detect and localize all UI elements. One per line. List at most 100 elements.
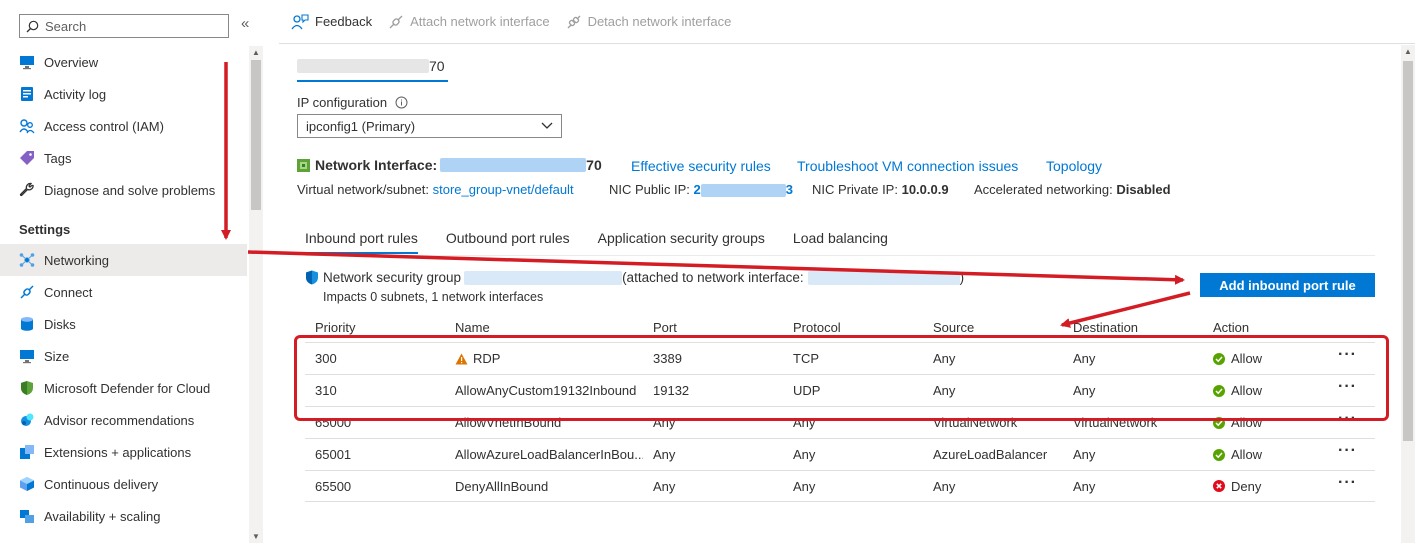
sidebar-item-defender[interactable]: Microsoft Defender for Cloud <box>0 372 247 404</box>
rules-tabs: Inbound port rules Outbound port rules A… <box>305 230 916 254</box>
add-inbound-port-rule-button[interactable]: Add inbound port rule <box>1200 273 1375 297</box>
sidebar-item-label: Extensions + applications <box>44 444 192 460</box>
sidebar-item-tags[interactable]: Tags <box>0 142 247 174</box>
col-source[interactable]: Source <box>923 320 1063 335</box>
col-name[interactable]: Name <box>445 320 643 335</box>
cell-protocol: TCP <box>793 351 819 366</box>
cell-action: Allow <box>1203 447 1313 462</box>
collapse-sidebar-button[interactable]: « <box>241 15 249 32</box>
attach-nic-button[interactable]: Attach network interface <box>388 14 550 30</box>
table-row[interactable]: 300 RDP 3389 TCP Any Any Allow ··· <box>305 342 1375 374</box>
cell-priority: 65500 <box>315 478 352 494</box>
cell-port: 19132 <box>653 383 690 398</box>
cell-name-text: RDP <box>473 351 501 366</box>
search-input[interactable] <box>45 18 215 34</box>
scroll-down-icon[interactable]: ▼ <box>252 532 260 541</box>
nic-line: Network Interface: 70 <box>297 157 602 173</box>
detach-nic-button[interactable]: Detach network interface <box>566 14 731 30</box>
row-more-icon[interactable]: ··· <box>1338 443 1357 459</box>
sidebar-item-activity-log[interactable]: Activity log <box>0 78 247 110</box>
topology-link[interactable]: Topology <box>1046 158 1102 174</box>
sidebar-scrollbar[interactable]: ▲ ▼ <box>249 46 263 543</box>
cell-source: VirtualNetwork <box>933 415 1018 430</box>
sidebar-item-advisor[interactable]: Advisor recommendations <box>0 404 247 436</box>
tab-inbound-port-rules[interactable]: Inbound port rules <box>305 230 418 254</box>
table-row[interactable]: 65500 DenyAllInBound Any Any Any Any Den… <box>305 470 1375 502</box>
cell-name: AllowAnyCustom19132Inbound <box>455 383 637 398</box>
cell-action: Deny <box>1203 479 1313 494</box>
scroll-up-icon[interactable]: ▲ <box>1404 47 1412 56</box>
allow-check-icon <box>1213 448 1225 461</box>
table-row[interactable]: 65000 AllowVnetInBound Any Any VirtualNe… <box>305 406 1375 438</box>
command-bar: Feedback Attach network interface Detach… <box>279 0 1415 44</box>
ip-config-dropdown[interactable]: ipconfig1 (Primary) <box>297 114 562 138</box>
sidebar-item-label: Access control (IAM) <box>44 118 164 134</box>
effective-security-rules-link[interactable]: Effective security rules <box>631 158 771 174</box>
troubleshoot-link[interactable]: Troubleshoot VM connection issues <box>797 158 1018 174</box>
col-destination[interactable]: Destination <box>1063 320 1203 335</box>
redacted-public-ip[interactable] <box>700 184 786 198</box>
redacted-nsg-name[interactable] <box>464 270 623 285</box>
nic-name-suffix[interactable]: 70 <box>586 157 602 173</box>
nsg-shield-icon <box>305 270 319 285</box>
sidebar-item-continuous-delivery[interactable]: Continuous delivery <box>0 468 247 500</box>
sidebar-item-label: Networking <box>44 252 110 268</box>
row-more-icon[interactable]: ··· <box>1338 379 1357 395</box>
deny-x-icon <box>1213 480 1225 492</box>
search-box[interactable] <box>19 14 229 38</box>
table-row[interactable]: 310 AllowAnyCustom19132Inbound 19132 UDP… <box>305 374 1375 406</box>
col-protocol[interactable]: Protocol <box>783 320 923 335</box>
sidebar-item-extensions[interactable]: Extensions + applications <box>0 436 247 468</box>
nic-tab[interactable]: 70 <box>297 53 448 82</box>
nsg-attached-prefix: (attached to network interface: <box>622 270 804 285</box>
sidebar-item-diagnose[interactable]: Diagnose and solve problems <box>0 174 247 206</box>
redacted-attached-nic[interactable] <box>807 270 960 285</box>
vnet-subnet: Virtual network/subnet: store_group-vnet… <box>297 182 574 197</box>
main-scrollbar[interactable]: ▲ <box>1401 45 1415 543</box>
sidebar-item-disks[interactable]: Disks <box>0 308 247 340</box>
row-more-icon[interactable]: ··· <box>1338 411 1357 427</box>
feedback-button[interactable]: Feedback <box>291 13 372 30</box>
table-row[interactable]: 65001 AllowAzureLoadBalancerInBou... Any… <box>305 438 1375 470</box>
row-more-icon[interactable]: ··· <box>1338 475 1357 491</box>
scroll-up-icon[interactable]: ▲ <box>252 48 260 57</box>
col-action[interactable]: Action <box>1203 320 1313 335</box>
nsg-prefix: Network security group <box>323 270 462 285</box>
public-ip-prefix[interactable]: 2 <box>694 182 701 197</box>
cell-destination: Any <box>1073 478 1096 494</box>
sidebar-item-networking[interactable]: Networking <box>0 244 247 276</box>
redacted-nic-link[interactable] <box>440 158 587 172</box>
info-icon[interactable] <box>395 96 408 109</box>
sidebar-item-access-control[interactable]: Access control (IAM) <box>0 110 247 142</box>
main-scroll-thumb[interactable] <box>1403 61 1413 441</box>
tab-load-balancing[interactable]: Load balancing <box>793 230 888 254</box>
sidebar-item-overview[interactable]: Overview <box>0 46 247 78</box>
tab-outbound-port-rules[interactable]: Outbound port rules <box>446 230 570 254</box>
availability-icon <box>18 507 36 525</box>
col-port[interactable]: Port <box>643 320 783 335</box>
tag-icon <box>18 149 36 167</box>
attach-label: Attach network interface <box>410 14 550 29</box>
nic-tab-underline <box>297 80 448 82</box>
networking-icon <box>18 251 36 269</box>
cell-action-text: Allow <box>1231 351 1263 366</box>
cell-priority: 310 <box>315 383 337 398</box>
public-ip-suffix[interactable]: 3 <box>786 182 793 197</box>
tab-application-security-groups[interactable]: Application security groups <box>598 230 765 254</box>
attach-icon <box>388 14 404 30</box>
col-priority[interactable]: Priority <box>305 320 445 335</box>
row-more-icon[interactable]: ··· <box>1338 347 1357 363</box>
cell-name: RDP <box>445 351 643 366</box>
sidebar-item-label: Activity log <box>44 86 107 102</box>
chevron-down-icon <box>541 122 553 129</box>
sidebar-item-label: Tags <box>44 150 72 166</box>
cube-icon <box>18 475 36 493</box>
sidebar-item-connect[interactable]: Connect <box>0 276 247 308</box>
sidebar-item-size[interactable]: Size <box>0 340 247 372</box>
accel-label: Accelerated networking: <box>974 182 1113 197</box>
cell-destination: VirtualNetwork <box>1073 415 1158 430</box>
private-ip-label: NIC Private IP: <box>812 182 898 197</box>
sidebar-item-availability[interactable]: Availability + scaling <box>0 500 247 532</box>
vnet-link[interactable]: store_group-vnet/default <box>433 182 574 197</box>
sidebar-scroll-thumb[interactable] <box>251 60 261 210</box>
